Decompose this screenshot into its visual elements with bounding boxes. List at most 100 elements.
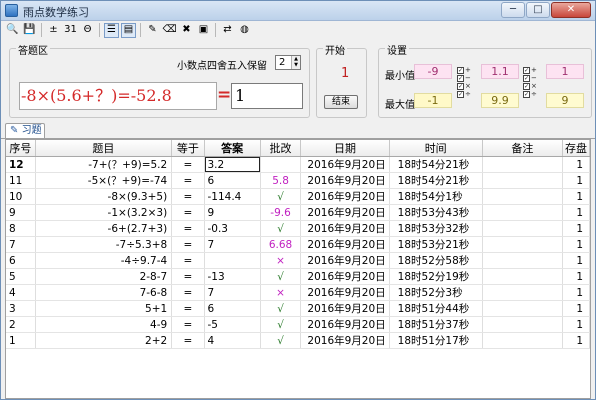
settings-label: 设置 xyxy=(385,42,409,57)
minimize-button[interactable]: ─ xyxy=(501,2,525,18)
date-cell: 2016年9月20日 xyxy=(300,332,390,349)
mark-cell: × xyxy=(260,252,302,269)
table-row[interactable]: 10 -8×(9.3+5) = -114.4 √ 2016年9月20日 18时54分1秒 1 xyxy=(6,188,590,205)
note-cell xyxy=(482,236,563,253)
table-row[interactable]: 7 -7÷5.3+8 = 7 6.68 2016年9月20日 18时53分21秒 1 xyxy=(6,236,590,253)
column-header[interactable]: 批改 xyxy=(260,140,302,157)
answer-cell[interactable]: 7 xyxy=(204,236,261,253)
column-header[interactable]: 答案 xyxy=(204,140,261,157)
column-header[interactable]: 等于 xyxy=(171,140,205,157)
table-row[interactable]: 3 5+1 = 6 √ 2016年9月20日 18时51分44秒 1 xyxy=(6,300,590,317)
grid-mode-icon[interactable]: ▤ xyxy=(121,22,136,38)
max-value-field[interactable]: -1 xyxy=(414,93,452,108)
table-row[interactable]: 12 -7+(？+9)=5.2 = 3.2 2016年9月20日 18时54分21秒 1 xyxy=(6,156,590,173)
note-cell xyxy=(482,252,563,269)
operator-checkbox[interactable]: ✓ ÷ xyxy=(523,90,537,98)
row-number: 6 xyxy=(6,252,36,269)
pen-icon[interactable]: ✎ xyxy=(145,23,160,38)
operator-checkbox[interactable]: ✓ + xyxy=(457,66,471,74)
print-preview-icon[interactable]: 🔍 xyxy=(5,23,20,38)
delete-icon[interactable]: ✖ xyxy=(179,23,194,38)
answer-cell[interactable]: -5 xyxy=(204,316,261,333)
table-row[interactable]: 2 4-9 = -5 √ 2016年9月20日 18时51分37秒 1 xyxy=(6,316,590,333)
operator-checkbox[interactable]: ✓ × xyxy=(457,82,471,90)
end-button[interactable]: 结束 xyxy=(324,95,358,109)
time-cell: 18时52分19秒 xyxy=(389,268,483,285)
equals-cell: = xyxy=(171,300,205,317)
title-bar: 雨点数学练习 ─ □ ✕ xyxy=(1,1,595,21)
operator-checkbox[interactable]: ✓ ÷ xyxy=(457,90,471,98)
time-cell: 18时51分37秒 xyxy=(389,316,483,333)
answer-cell[interactable]: 6 xyxy=(204,172,261,189)
round-label: 小数点四舍五入保留 xyxy=(177,61,267,72)
decimal-max-field[interactable]: 9.9 xyxy=(481,93,519,108)
answer-cell[interactable]: 3.2 xyxy=(204,156,261,173)
mark-cell: √ xyxy=(260,220,302,237)
round-spinner[interactable]: 2 ▲ ▼ xyxy=(275,55,301,70)
saved-cell: 1 xyxy=(562,252,590,269)
number-icon[interactable]: 31 xyxy=(63,23,78,38)
integer-max-field[interactable]: 9 xyxy=(546,93,584,108)
answer-cell[interactable]: -0.3 xyxy=(204,220,261,237)
table-row[interactable]: 9 -1×(3.2×3) = 9 -9.6 2016年9月20日 18时53分43秒 1 xyxy=(6,204,590,221)
circle-mode-icon[interactable]: Θ xyxy=(80,23,95,38)
table-row[interactable]: 8 -6+(2.7+3) = -0.3 √ 2016年9月20日 18时53分32秒 1 xyxy=(6,220,590,237)
date-cell: 2016年9月20日 xyxy=(300,172,390,189)
tab-exercises[interactable]: ✎ 习题 xyxy=(5,123,45,139)
answer-cell[interactable]: 6 xyxy=(204,300,261,317)
globe-icon[interactable]: ◍ xyxy=(237,23,252,38)
table-row[interactable]: 5 2-8-7 = -13 √ 2016年9月20日 18时52分19秒 1 xyxy=(6,268,590,285)
answer-input[interactable]: 1 xyxy=(231,83,303,109)
question-cell: -6+(2.7+3) xyxy=(35,220,173,237)
toolbar-separator xyxy=(41,23,42,37)
eraser-icon[interactable]: ⌫ xyxy=(162,23,177,38)
column-header[interactable]: 时间 xyxy=(389,140,483,157)
exercise-table: 序号 题目 等于 答案 批改 日期 时间 备注 存盘 12 -7+(？+9)=5.2 = 3.2 201… xyxy=(6,140,590,349)
window-controls: ─ □ ✕ xyxy=(501,2,591,18)
operator-checkbox[interactable]: ✓ − xyxy=(457,74,471,82)
saved-cell: 1 xyxy=(562,316,590,333)
time-cell: 18时54分1秒 xyxy=(389,188,483,205)
mark-cell: × xyxy=(260,284,302,301)
column-header[interactable]: 序号 xyxy=(6,140,36,157)
answer-cell[interactable]: 4 xyxy=(204,332,261,349)
answer-cell[interactable] xyxy=(204,252,261,269)
column-header[interactable]: 备注 xyxy=(482,140,563,157)
question-count: 1 xyxy=(341,66,350,81)
min-label: 最小值 xyxy=(385,71,415,82)
answer-cell[interactable]: 7 xyxy=(204,284,261,301)
answer-cell[interactable]: -114.4 xyxy=(204,188,261,205)
operator-label: × xyxy=(465,81,471,90)
toggle-icon[interactable]: ⇄ xyxy=(220,23,235,38)
decimal-min-field[interactable]: 1.1 xyxy=(481,64,519,79)
min-value-field[interactable]: -9 xyxy=(414,64,452,79)
row-number: 2 xyxy=(6,316,36,333)
check-icon: ✓ xyxy=(457,66,464,74)
list-mode-icon[interactable]: ☰ xyxy=(104,22,119,38)
spinner-arrows-icon[interactable]: ▲ ▼ xyxy=(291,56,300,69)
answer-cell[interactable]: 9 xyxy=(204,204,261,221)
table-row[interactable]: 6 -4÷9.7-4 = × 2016年9月20日 18时52分58秒 1 xyxy=(6,252,590,269)
operator-checkbox[interactable]: ✓ × xyxy=(523,82,537,90)
close-button[interactable]: ✕ xyxy=(551,2,591,18)
date-cell: 2016年9月20日 xyxy=(300,156,390,173)
operator-checkbox[interactable]: ✓ + xyxy=(523,66,537,74)
save-icon[interactable]: 💾 xyxy=(22,23,37,38)
exercise-grid: 序号 题目 等于 答案 批改 日期 时间 备注 存盘 12 -7+(？+9)=5.2 = 3.2 201… xyxy=(5,139,591,399)
operator-checkbox[interactable]: ✓ − xyxy=(523,74,537,82)
row-number: 11 xyxy=(6,172,36,189)
equals-cell: = xyxy=(171,252,205,269)
column-header[interactable]: 存盘 xyxy=(562,140,590,157)
calculator-icon[interactable]: ± xyxy=(46,23,61,38)
integer-min-field[interactable]: 1 xyxy=(546,64,584,79)
time-cell: 18时54分21秒 xyxy=(389,156,483,173)
table-row[interactable]: 4 7-6-8 = 7 × 2016年9月20日 18时52分3秒 1 xyxy=(6,284,590,301)
answer-cell[interactable]: -13 xyxy=(204,268,261,285)
column-header[interactable]: 日期 xyxy=(300,140,390,157)
table-row[interactable]: 1 2+2 = 4 √ 2016年9月20日 18时51分17秒 1 xyxy=(6,332,590,349)
column-header[interactable]: 题目 xyxy=(35,140,173,157)
table-row[interactable]: 11 -5×(？+9)=-74 = 6 5.8 2016年9月20日 18时54分21秒 1 xyxy=(6,172,590,189)
stamp-icon[interactable]: ▣ xyxy=(196,23,211,38)
maximize-button[interactable]: □ xyxy=(526,2,550,18)
date-cell: 2016年9月20日 xyxy=(300,268,390,285)
